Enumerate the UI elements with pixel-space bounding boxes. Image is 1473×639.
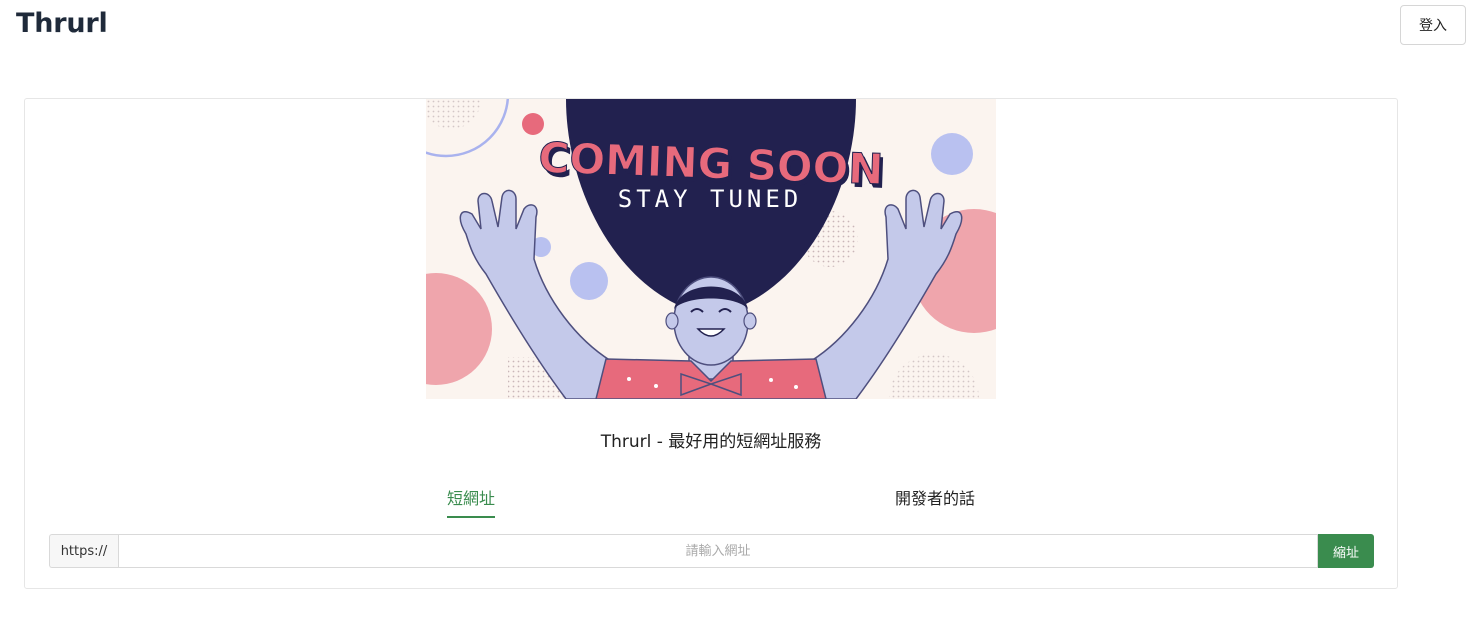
shorten-button[interactable]: 縮址: [1318, 534, 1374, 568]
main-card: COMING SOON COMING SOON STAY TUNED Thrur…: [24, 98, 1398, 589]
url-input[interactable]: [118, 534, 1318, 568]
stay-tuned-text: STAY TUNED: [618, 185, 803, 213]
tab-developer-notes-label: 開發者的話: [894, 489, 975, 508]
tab-developer-notes[interactable]: 開發者的話: [890, 485, 980, 519]
active-tab-indicator: [447, 516, 495, 518]
brand-logo: Thrurl: [16, 8, 108, 39]
tab-short-url-label: 短網址: [447, 489, 496, 508]
shorten-form: https:// 縮址: [49, 534, 1374, 568]
coming-soon-illustration: COMING SOON COMING SOON STAY TUNED: [426, 99, 996, 399]
login-button[interactable]: 登入: [1400, 5, 1466, 45]
page-tagline: Thrurl - 最好用的短網址服務: [600, 432, 822, 452]
tab-short-url[interactable]: 短網址: [447, 485, 495, 519]
url-prefix: https://: [49, 534, 118, 568]
